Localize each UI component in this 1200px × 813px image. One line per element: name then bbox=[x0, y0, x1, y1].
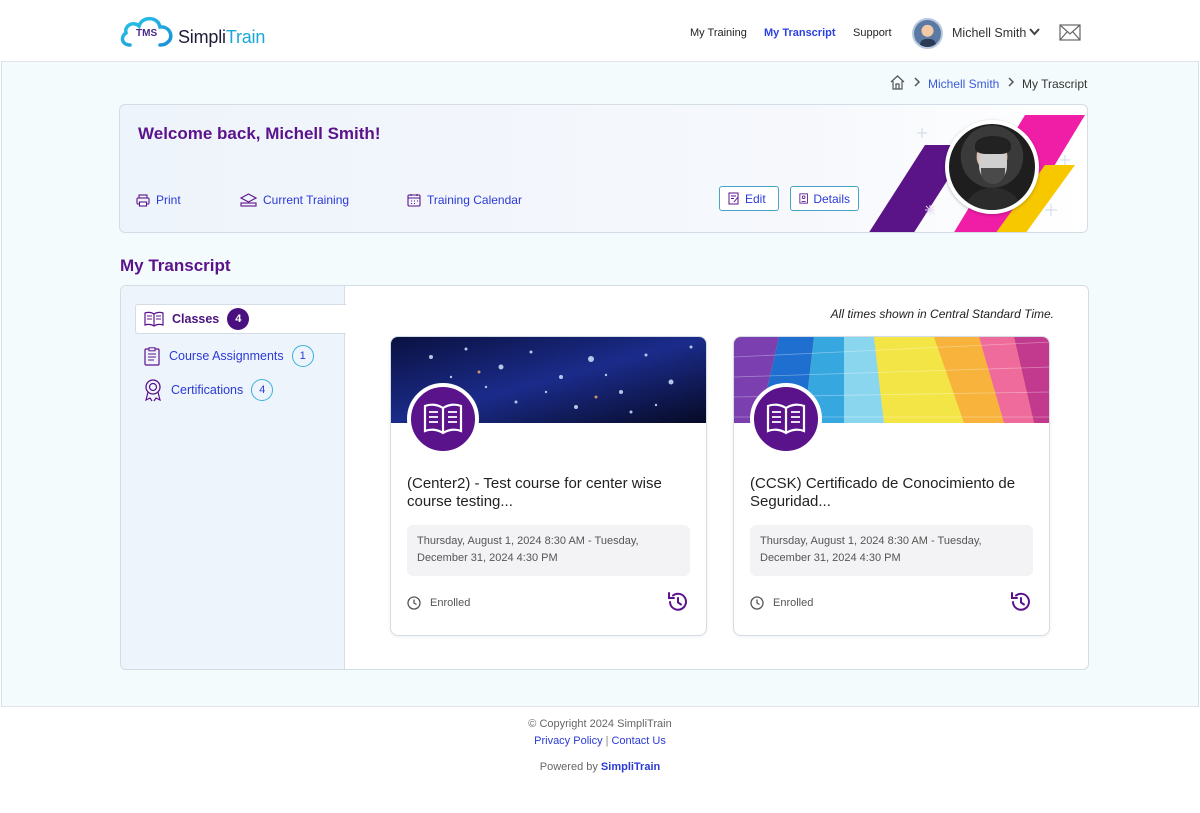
enrollment-status: Enrolled bbox=[407, 596, 470, 610]
status-label: Enrolled bbox=[773, 597, 814, 609]
training-calendar-label: Training Calendar bbox=[427, 193, 522, 207]
clipboard-list-icon bbox=[144, 346, 160, 366]
class-card[interactable]: (CCSK) Certificado de Conocimiento de Se… bbox=[733, 336, 1050, 636]
enrollment-status: Enrolled bbox=[750, 596, 813, 610]
certifications-count-badge: 4 bbox=[251, 379, 274, 401]
open-book-icon bbox=[144, 311, 164, 327]
nav-my-transcript[interactable]: My Transcript bbox=[764, 27, 836, 39]
status-label: Enrolled bbox=[430, 597, 471, 609]
welcome-heading: Welcome back, Michell Smith! bbox=[138, 124, 381, 143]
powered-by-prefix: Powered by bbox=[539, 761, 601, 773]
profile-details-button[interactable]: Details bbox=[790, 186, 859, 211]
sidebar-item-label: Course Assignments bbox=[169, 349, 284, 363]
details-label: Details bbox=[813, 191, 850, 206]
welcome-banner: Welcome back, Michell Smith! Print Curre… bbox=[119, 104, 1088, 233]
breadcrumb-current: My Trascript bbox=[1022, 77, 1088, 91]
printer-icon bbox=[136, 193, 150, 207]
privacy-policy-link[interactable]: Privacy Policy bbox=[534, 735, 602, 747]
edit-profile-button[interactable]: Edit bbox=[719, 186, 779, 211]
footer-link-divider: | bbox=[605, 735, 609, 747]
nav-support[interactable]: Support bbox=[853, 27, 892, 39]
class-date-range: Thursday, August 1, 2024 8:30 AM - Tuesd… bbox=[750, 525, 1033, 576]
current-training-link[interactable]: Current Training bbox=[240, 193, 349, 207]
current-training-label: Current Training bbox=[263, 193, 350, 207]
sidebar-item-course-assignments[interactable]: Course Assignments 1 bbox=[143, 341, 314, 371]
class-date-range: Thursday, August 1, 2024 8:30 AM - Tuesd… bbox=[407, 525, 690, 576]
nav-my-training[interactable]: My Training bbox=[690, 27, 747, 39]
print-label: Print bbox=[156, 193, 181, 207]
contact-us-link[interactable]: Contact Us bbox=[611, 735, 665, 747]
history-icon[interactable] bbox=[1009, 590, 1033, 614]
transcript-sidebar: Classes 4 Course Assignments 1 Certifica… bbox=[121, 286, 346, 669]
powered-by-brand-link[interactable]: SimpliTrain bbox=[601, 761, 660, 773]
print-link[interactable]: Print bbox=[136, 193, 181, 207]
chevron-down-icon[interactable] bbox=[1028, 27, 1041, 37]
mail-icon[interactable] bbox=[1059, 24, 1081, 41]
training-calendar-link[interactable]: Training Calendar bbox=[407, 193, 522, 207]
edit-label: Edit bbox=[745, 191, 766, 206]
user-avatar[interactable] bbox=[912, 18, 943, 49]
class-icon-badge bbox=[750, 383, 822, 455]
open-book-icon bbox=[423, 403, 463, 435]
powered-by: Powered by SimpliTrain bbox=[1, 761, 1199, 773]
profile-card-icon bbox=[799, 193, 808, 204]
page-footer: © Copyright 2024 SimpliTrain Privacy Pol… bbox=[1, 706, 1199, 783]
sidebar-item-certifications[interactable]: Certifications 4 bbox=[143, 375, 274, 405]
home-icon[interactable] bbox=[889, 74, 906, 90]
clock-icon bbox=[750, 596, 764, 610]
copyright-text: © Copyright 2024 SimpliTrain bbox=[528, 718, 672, 730]
award-ribbon-icon bbox=[145, 379, 161, 402]
sidebar-item-label: Certifications bbox=[171, 383, 244, 397]
class-icon-badge bbox=[407, 383, 479, 455]
transcript-panel: Classes 4 Course Assignments 1 Certifica… bbox=[120, 285, 1089, 670]
calendar-icon bbox=[407, 194, 421, 207]
breadcrumb-user-link[interactable]: Michell Smith bbox=[928, 77, 999, 91]
breadcrumb-separator-icon bbox=[1008, 77, 1015, 87]
history-icon[interactable] bbox=[666, 590, 690, 614]
profile-photo bbox=[945, 120, 1039, 214]
sidebar-item-classes[interactable]: Classes 4 bbox=[135, 304, 346, 334]
sidebar-item-label: Classes bbox=[172, 312, 220, 326]
clock-icon bbox=[407, 596, 421, 610]
simplitrain-logo[interactable]: TMS SimpliTrain bbox=[120, 13, 270, 49]
breadcrumb-separator-icon bbox=[914, 77, 921, 87]
footer-links: Privacy Policy | Contact Us bbox=[1, 735, 1199, 747]
open-book-icon bbox=[766, 403, 806, 435]
class-title[interactable]: (CCSK) Certificado de Conocimiento de Se… bbox=[750, 475, 1035, 511]
page-title: My Transcript bbox=[120, 256, 231, 275]
logo-wordmark-part1: Simpli bbox=[178, 27, 226, 47]
graduation-cap-icon bbox=[240, 193, 257, 207]
class-card[interactable]: (Center2) - Test course for center wise … bbox=[390, 336, 707, 636]
top-navbar: TMS SimpliTrain My Training My Transcrip… bbox=[1, 1, 1199, 62]
logo-wordmark-part2: Train bbox=[225, 27, 266, 47]
user-menu-name[interactable]: Michell Smith bbox=[952, 26, 1026, 40]
class-title[interactable]: (Center2) - Test course for center wise … bbox=[407, 475, 692, 511]
timezone-note: All times shown in Central Standard Time… bbox=[830, 307, 1054, 321]
course-assignments-count-badge: 1 bbox=[291, 345, 314, 367]
edit-icon bbox=[728, 192, 739, 205]
logo-wordmark: SimpliTrain bbox=[178, 27, 265, 48]
classes-count-badge: 4 bbox=[227, 308, 250, 330]
logo-badge-text: TMS bbox=[136, 28, 158, 39]
